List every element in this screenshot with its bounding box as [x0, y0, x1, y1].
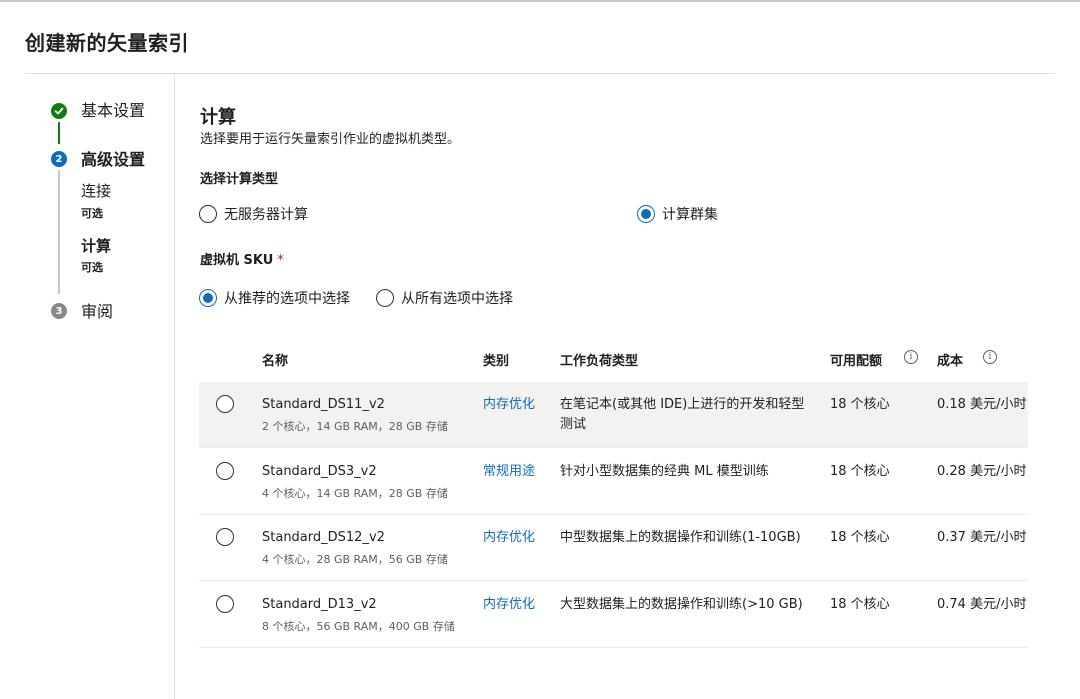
vm-name: Standard_DS3_v2	[262, 464, 377, 479]
vm-quota: 18 个核心	[830, 597, 890, 612]
vm-name: Standard_D13_v2	[262, 597, 377, 612]
column-header-category[interactable]: 类别	[483, 350, 509, 369]
compute-type-label: 选择计算类型	[200, 172, 279, 187]
column-header-quota[interactable]: 可用配额	[830, 350, 882, 369]
radio-circle[interactable]	[376, 289, 394, 307]
row-select-radio[interactable]	[216, 462, 234, 480]
table-row[interactable]: Standard_DS12_v2 4 个核心，28 GB RAM，56 GB 存…	[199, 515, 1028, 581]
substep-compute-optional: 可选	[81, 261, 103, 274]
table-row[interactable]: Standard_DS3_v2 4 个核心，14 GB RAM，28 GB 存储…	[199, 449, 1028, 515]
step-connector-done	[58, 122, 60, 144]
vm-spec: 4 个核心，28 GB RAM，56 GB 存储	[262, 553, 448, 566]
radio-all-options-label: 从所有选项中选择	[401, 291, 513, 307]
table-row[interactable]: Standard_DS11_v2 2 个核心，14 GB RAM，28 GB 存…	[199, 382, 1028, 448]
sidebar-divider	[174, 74, 175, 699]
substep-connection-optional: 可选	[81, 207, 103, 220]
vm-cost: 0.74 美元/小时	[937, 597, 1027, 612]
step-connector-pending	[58, 170, 60, 294]
radio-serverless[interactable]: 无服务器计算	[199, 204, 308, 224]
vm-name: Standard_DS12_v2	[262, 530, 385, 545]
vm-sku-label-text: 虚拟机 SKU	[200, 253, 274, 268]
vm-cost: 0.28 美元/小时	[937, 464, 1027, 479]
vm-category: 内存优化	[483, 597, 536, 612]
vm-workload: 针对小型数据集的经典 ML 模型训练	[560, 464, 769, 479]
step-complete-check-icon	[51, 103, 67, 119]
radio-recommended[interactable]: 从推荐的选项中选择	[199, 288, 350, 308]
vm-workload: 大型数据集上的数据操作和训练(>10 GB)	[560, 597, 803, 612]
step-advanced-settings[interactable]: 高级设置	[81, 150, 145, 170]
vm-spec: 8 个核心，56 GB RAM，400 GB 存储	[262, 620, 455, 633]
vm-cost: 0.37 美元/小时	[937, 530, 1027, 545]
section-description: 选择要用于运行矢量索引作业的虚拟机类型。	[200, 132, 461, 147]
row-select-radio[interactable]	[216, 595, 234, 613]
dialog-title: 创建新的矢量索引	[25, 31, 189, 55]
vm-quota: 18 个核心	[830, 464, 890, 479]
vm-quota: 18 个核心	[830, 530, 890, 545]
vm-cost: 0.18 美元/小时	[937, 397, 1027, 412]
step-review[interactable]: 审阅	[81, 302, 113, 322]
vm-category: 内存优化	[483, 530, 536, 545]
column-header-cost[interactable]: 成本	[937, 350, 963, 369]
header-divider	[25, 73, 1055, 74]
radio-circle-checked[interactable]	[637, 205, 655, 223]
radio-all-options[interactable]: 从所有选项中选择	[376, 288, 513, 308]
row-select-radio[interactable]	[216, 528, 234, 546]
step-number-2: 2	[51, 151, 67, 167]
radio-compute-cluster[interactable]: 计算群集	[637, 204, 718, 224]
vm-category: 内存优化	[483, 397, 536, 412]
vm-category: 常规用途	[483, 464, 536, 479]
vm-sku-label: 虚拟机 SKU *	[200, 249, 284, 268]
vm-quota: 18 个核心	[830, 397, 890, 412]
quota-info-icon[interactable]: i	[904, 350, 918, 364]
row-select-radio[interactable]	[216, 395, 234, 413]
vm-name: Standard_DS11_v2	[262, 397, 385, 412]
substep-connection[interactable]: 连接	[81, 182, 111, 200]
table-row[interactable]: Standard_D13_v2 8 个核心，56 GB RAM，400 GB 存…	[199, 582, 1028, 648]
step-basic-settings[interactable]: 基本设置	[81, 101, 145, 121]
step-number-3: 3	[51, 303, 67, 319]
radio-serverless-label: 无服务器计算	[224, 207, 308, 223]
column-header-workload[interactable]: 工作负荷类型	[560, 350, 638, 369]
radio-circle[interactable]	[199, 205, 217, 223]
vm-spec: 4 个核心，14 GB RAM，28 GB 存储	[262, 487, 448, 500]
column-header-name[interactable]: 名称	[262, 350, 288, 369]
radio-circle-checked[interactable]	[199, 289, 217, 307]
vm-spec: 2 个核心，14 GB RAM，28 GB 存储	[262, 420, 448, 433]
vm-workload: 在笔记本(或其他 IDE)上进行的开发和轻型测试	[560, 397, 805, 432]
window-top-border	[0, 0, 1080, 2]
substep-compute[interactable]: 计算	[81, 237, 111, 255]
required-mark: *	[277, 253, 284, 268]
section-title: 计算	[200, 107, 236, 128]
radio-recommended-label: 从推荐的选项中选择	[224, 291, 350, 307]
vm-workload: 中型数据集上的数据操作和训练(1-10GB)	[560, 530, 801, 545]
radio-compute-cluster-label: 计算群集	[662, 207, 718, 223]
cost-info-icon[interactable]: i	[983, 350, 997, 364]
